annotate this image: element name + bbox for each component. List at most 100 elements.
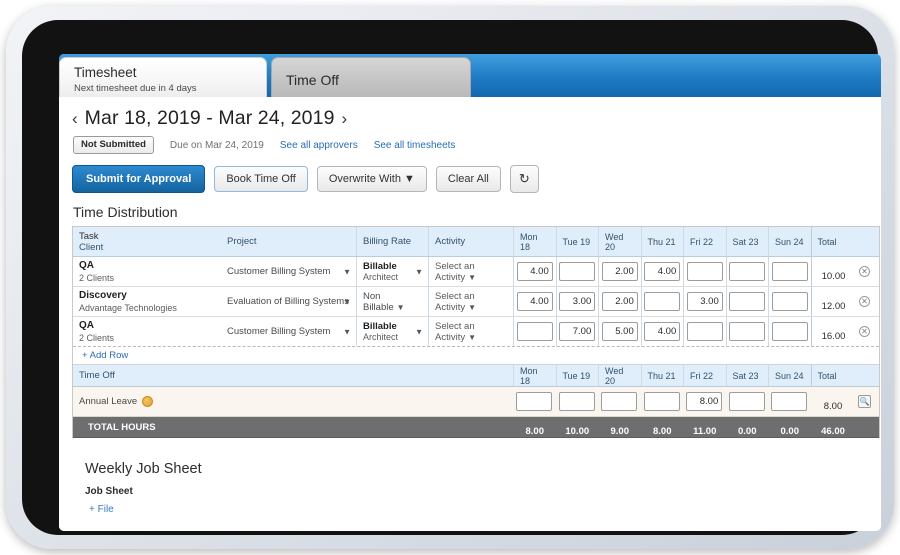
timeoff-header-day-6: Sun 24 — [768, 365, 811, 386]
row-project-cell[interactable]: Evaluation of Billing Systems ▼ — [221, 287, 356, 316]
delete-row-icon[interactable]: ✕ — [859, 326, 870, 337]
header-task: Task — [79, 230, 99, 242]
chevron-left-icon[interactable]: ‹ — [72, 109, 78, 129]
row-project-cell[interactable]: Customer Billing System ▼ — [221, 317, 356, 346]
row-activity-cell[interactable]: Select an Activity ▼ — [428, 257, 513, 286]
time-off-header-label: Time Off — [79, 370, 115, 381]
hours-input-tue[interactable] — [559, 322, 596, 341]
leave-input-mon[interactable] — [516, 392, 553, 411]
hours-input-fri[interactable] — [686, 262, 723, 281]
delete-row-icon[interactable]: ✕ — [859, 296, 870, 307]
timeoff-header-day-3: Thu 21 — [640, 365, 683, 386]
row-activity-cell[interactable]: Select an Activity ▼ — [428, 287, 513, 316]
leave-input-tue[interactable] — [558, 392, 595, 411]
header-billing-rate: Billing Rate — [356, 227, 428, 256]
add-row-link[interactable]: + Add Row — [73, 347, 128, 364]
book-time-off-button[interactable]: Book Time Off — [214, 166, 308, 192]
hours-input-wed[interactable] — [601, 292, 638, 311]
total-day-2: 9.00 — [610, 426, 630, 437]
leave-input-fri[interactable] — [686, 392, 723, 411]
hours-input-mon[interactable] — [516, 292, 553, 311]
leave-type-label: Annual Leave — [79, 396, 138, 407]
hours-input-thu[interactable] — [644, 322, 681, 341]
clear-all-button[interactable]: Clear All — [435, 166, 501, 192]
hours-input-mon[interactable] — [516, 262, 553, 281]
row-task-client: 2 Clients — [79, 272, 115, 283]
row-task-cell: Discovery Advantage Technologies — [73, 287, 221, 316]
hours-cell — [598, 317, 641, 346]
table-row: QA 2 Clients Customer Billing System ▼ B… — [73, 317, 879, 347]
total-hours-label-cell: TOTAL HOURS — [73, 417, 221, 437]
tab-timesheet-label: Timesheet — [74, 65, 137, 80]
weekly-job-sheet-panel: Weekly Job Sheet Job Sheet + File — [59, 438, 881, 515]
delete-row-icon[interactable]: ✕ — [859, 266, 870, 277]
row-task-cell: QA 2 Clients — [73, 317, 221, 346]
see-all-approvers-link[interactable]: See all approvers — [280, 140, 358, 151]
row-project-cell[interactable]: Customer Billing System ▼ — [221, 257, 356, 286]
row-delete-cell: ✕ — [855, 287, 875, 316]
leave-input-thu[interactable] — [643, 392, 680, 411]
hours-cell — [725, 257, 769, 286]
chevron-right-icon[interactable]: › — [342, 109, 348, 129]
timeoff-header-day-1: Tue 19 — [555, 365, 598, 386]
timeoff-header-day-2: Wed 20 — [598, 365, 641, 386]
leave-input-sat[interactable] — [728, 392, 765, 411]
leave-hours-cell — [598, 387, 641, 416]
total-hours-row: TOTAL HOURS 8.00 10.00 9.00 8.00 11.00 0… — [73, 417, 879, 438]
hours-cell — [640, 257, 684, 286]
leave-hours-cell — [556, 387, 599, 416]
row-total: 12.00 — [810, 287, 855, 316]
hours-input-sun[interactable] — [771, 292, 808, 311]
search-icon[interactable]: 🔍 — [858, 395, 871, 408]
timeoff-header-actions — [855, 365, 875, 386]
leave-type-cell: Annual Leave — [73, 387, 221, 416]
status-row: Not Submitted Due on Mar 24, 2019 See al… — [59, 130, 881, 154]
hours-input-wed[interactable] — [601, 322, 638, 341]
tab-time-off[interactable]: Time Off — [271, 57, 471, 97]
row-activity-cell[interactable]: Select an Activity ▼ — [428, 317, 513, 346]
hours-cell — [555, 257, 599, 286]
header-day-1: Tue 19 — [555, 227, 598, 256]
hours-input-fri[interactable] — [686, 322, 723, 341]
totals-actions-spacer — [855, 417, 875, 437]
total-day-5: 0.00 — [738, 426, 757, 437]
hours-input-mon[interactable] — [516, 322, 553, 341]
time-distribution-table: Task Client Project Billing Rate Activit… — [72, 226, 880, 438]
chevron-down-icon: ▼ — [343, 267, 351, 276]
tab-timesheet[interactable]: Timesheet Next timesheet due in 4 days — [59, 57, 267, 97]
row-billing-rate-cell[interactable]: Non Billable ▼ — [356, 287, 428, 316]
row-billing-rate-cell[interactable]: Billable Architect ▼ — [356, 317, 428, 346]
hours-input-sat[interactable] — [729, 262, 766, 281]
hours-input-thu[interactable] — [644, 262, 681, 281]
add-file-link[interactable]: + File — [85, 504, 881, 515]
hours-input-fri[interactable] — [686, 292, 723, 311]
refresh-icon[interactable]: ↻ — [509, 165, 539, 193]
date-range-label: Mar 18, 2019 - Mar 24, 2019 — [84, 107, 335, 129]
leave-input-sun[interactable] — [771, 392, 808, 411]
hours-cell — [555, 317, 599, 346]
hours-cell — [598, 257, 641, 286]
header-client: Client — [79, 241, 104, 253]
submit-for-approval-button[interactable]: Submit for Approval — [72, 165, 206, 193]
timeoff-header-day-4: Fri 22 — [683, 365, 726, 386]
hours-input-sat[interactable] — [729, 322, 766, 341]
chevron-down-icon: ▼ — [343, 327, 351, 336]
see-all-timesheets-link[interactable]: See all timesheets — [374, 140, 456, 151]
row-billing-rate-cell[interactable]: Billable Architect ▼ — [356, 257, 428, 286]
total-day-0: 8.00 — [525, 426, 545, 437]
hours-input-tue[interactable] — [559, 292, 596, 311]
hours-input-sat[interactable] — [729, 292, 766, 311]
hours-input-wed[interactable] — [601, 262, 638, 281]
leave-input-wed[interactable] — [601, 392, 638, 411]
overwrite-with-dropdown[interactable]: Overwrite With ▼ — [316, 166, 427, 192]
hours-input-tue[interactable] — [559, 262, 596, 281]
row-task-cell: QA 2 Clients — [73, 257, 221, 286]
leave-total: 8.00 — [823, 401, 843, 412]
hours-input-sun[interactable] — [771, 322, 808, 341]
leave-status-icon — [142, 396, 154, 407]
hours-input-thu[interactable] — [644, 292, 681, 311]
header-day-5: Sat 23 — [725, 227, 768, 256]
leave-search-cell: 🔍 — [855, 387, 875, 416]
leave-hours-cell — [683, 387, 726, 416]
hours-input-sun[interactable] — [771, 262, 808, 281]
